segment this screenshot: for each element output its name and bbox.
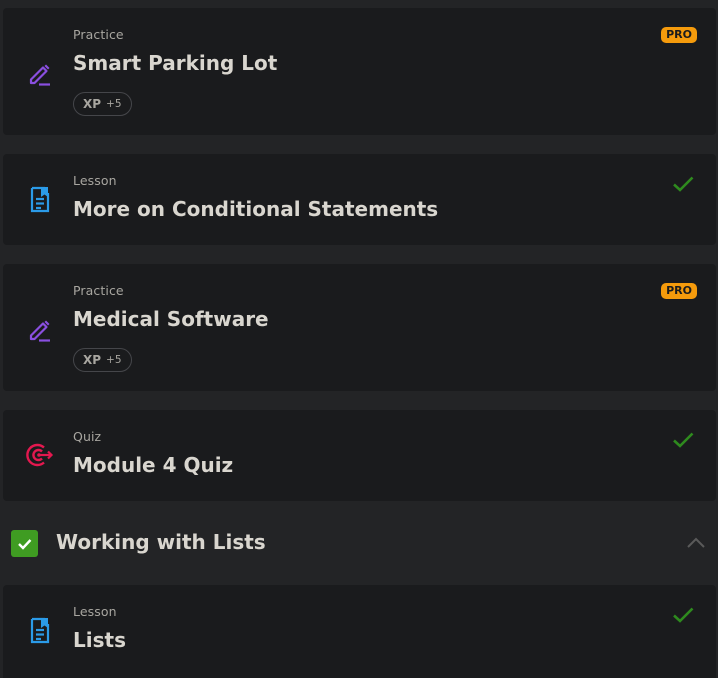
item-title: More on Conditional Statements bbox=[73, 197, 439, 221]
course-module-list: Practice Smart Parking Lot XP +5 PRO Les… bbox=[0, 0, 718, 678]
xp-badge: XP +5 bbox=[73, 92, 132, 116]
item-title: Lists bbox=[73, 628, 126, 652]
target-icon bbox=[26, 443, 54, 467]
check-icon bbox=[673, 607, 694, 623]
xp-label: XP bbox=[83, 353, 102, 367]
item-title: Module 4 Quiz bbox=[73, 453, 234, 477]
pro-badge: PRO bbox=[661, 283, 697, 299]
chevron-up-icon[interactable] bbox=[685, 532, 707, 554]
lesson-card-more-on-conditional-statements[interactable]: Lesson More on Conditional Statements bbox=[3, 154, 716, 245]
practice-card-medical-software[interactable]: Practice Medical Software XP +5 PRO bbox=[3, 264, 716, 391]
item-type-label: Practice bbox=[73, 27, 124, 42]
item-type-label: Quiz bbox=[73, 429, 102, 444]
lesson-icon bbox=[30, 186, 50, 213]
item-title: Medical Software bbox=[73, 307, 269, 331]
xp-value: +5 bbox=[106, 98, 122, 110]
item-type-label: Practice bbox=[73, 283, 124, 298]
section-title: Working with Lists bbox=[56, 530, 266, 554]
xp-badge: XP +5 bbox=[73, 348, 132, 372]
pro-badge: PRO bbox=[661, 27, 697, 43]
item-type-label: Lesson bbox=[73, 604, 117, 619]
lesson-icon bbox=[30, 617, 50, 644]
section-complete-checkbox bbox=[11, 530, 38, 557]
item-type-label: Lesson bbox=[73, 173, 117, 188]
check-icon bbox=[673, 176, 694, 192]
pencil-icon bbox=[29, 64, 50, 86]
item-title: Smart Parking Lot bbox=[73, 51, 278, 75]
quiz-card-module-4-quiz[interactable]: Quiz Module 4 Quiz bbox=[3, 410, 716, 501]
xp-value: +5 bbox=[106, 354, 122, 366]
lesson-card-lists[interactable]: Lesson Lists bbox=[3, 585, 716, 678]
check-icon bbox=[18, 539, 32, 550]
pencil-icon bbox=[29, 320, 50, 342]
check-icon bbox=[673, 432, 694, 448]
practice-card-smart-parking-lot[interactable]: Practice Smart Parking Lot XP +5 PRO bbox=[3, 8, 716, 135]
section-header-working-with-lists[interactable]: Working with Lists bbox=[0, 517, 718, 569]
xp-label: XP bbox=[83, 97, 102, 111]
